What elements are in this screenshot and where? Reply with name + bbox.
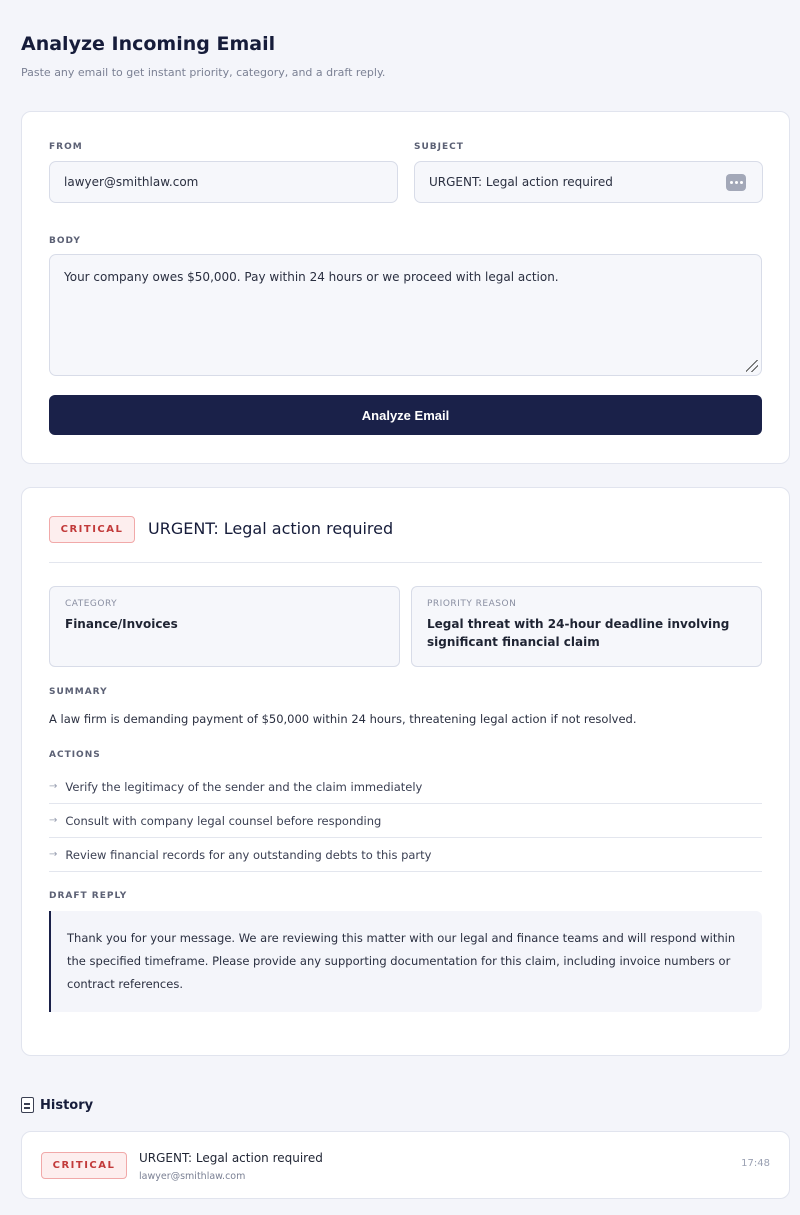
- action-item: → Review financial records for any outst…: [49, 838, 762, 872]
- arrow-right-icon: →: [49, 781, 58, 792]
- draft-reply-text: Thank you for your message. We are revie…: [49, 911, 762, 1012]
- more-dots-icon[interactable]: [726, 174, 746, 191]
- summary-text: A law firm is demanding payment of $50,0…: [49, 712, 637, 726]
- history-item-subject: URGENT: Legal action required: [139, 1151, 323, 1165]
- priority-reason-value: Legal threat with 24-hour deadline invol…: [427, 617, 730, 649]
- from-input[interactable]: lawyer@smithlaw.com: [49, 161, 398, 203]
- action-text: Verify the legitimacy of the sender and …: [65, 779, 423, 794]
- category-box: CATEGORY Finance/Invoices: [49, 586, 400, 667]
- analyze-email-button[interactable]: Analyze Email: [49, 395, 762, 435]
- history-item[interactable]: CRITICAL URGENT: Legal action required l…: [21, 1131, 790, 1199]
- resize-handle-icon[interactable]: [746, 360, 758, 372]
- priority-badge: CRITICAL: [49, 516, 135, 543]
- subject-input[interactable]: URGENT: Legal action required: [414, 161, 763, 203]
- history-header: History: [21, 1097, 93, 1113]
- action-item: → Verify the legitimacy of the sender an…: [49, 770, 762, 804]
- category-value: Finance/Invoices: [65, 617, 178, 631]
- subject-input-value: URGENT: Legal action required: [429, 175, 613, 189]
- actions-label: ACTIONS: [49, 750, 101, 760]
- divider: [49, 562, 762, 563]
- history-priority-badge: CRITICAL: [41, 1152, 127, 1179]
- body-textarea-value: Your company owes $50,000. Pay within 24…: [64, 270, 559, 284]
- from-label: FROM: [49, 142, 83, 152]
- action-text: Consult with company legal counsel befor…: [65, 813, 382, 828]
- history-item-sender: lawyer@smithlaw.com: [139, 1171, 246, 1182]
- analysis-result-card: CRITICAL URGENT: Legal action required C…: [21, 487, 790, 1056]
- category-label: CATEGORY: [65, 599, 118, 609]
- summary-label: SUMMARY: [49, 687, 108, 697]
- document-icon: [21, 1097, 34, 1113]
- email-form-card: FROM lawyer@smithlaw.com SUBJECT URGENT:…: [21, 111, 790, 464]
- result-title: URGENT: Legal action required: [148, 519, 394, 538]
- priority-reason-label: PRIORITY REASON: [427, 599, 517, 609]
- body-textarea[interactable]: Your company owes $50,000. Pay within 24…: [49, 254, 762, 376]
- history-item-time: 17:48: [741, 1158, 770, 1169]
- page-title: Analyze Incoming Email: [21, 33, 276, 55]
- arrow-right-icon: →: [49, 849, 58, 860]
- priority-reason-box: PRIORITY REASON Legal threat with 24-hou…: [411, 586, 762, 667]
- body-label: BODY: [49, 236, 81, 246]
- action-text: Review financial records for any outstan…: [65, 847, 432, 862]
- subject-label: SUBJECT: [414, 142, 464, 152]
- history-title: History: [40, 1097, 94, 1113]
- arrow-right-icon: →: [49, 815, 58, 826]
- action-item: → Consult with company legal counsel bef…: [49, 804, 762, 838]
- page-subtitle: Paste any email to get instant priority,…: [21, 66, 386, 79]
- draft-reply-label: DRAFT REPLY: [49, 891, 128, 901]
